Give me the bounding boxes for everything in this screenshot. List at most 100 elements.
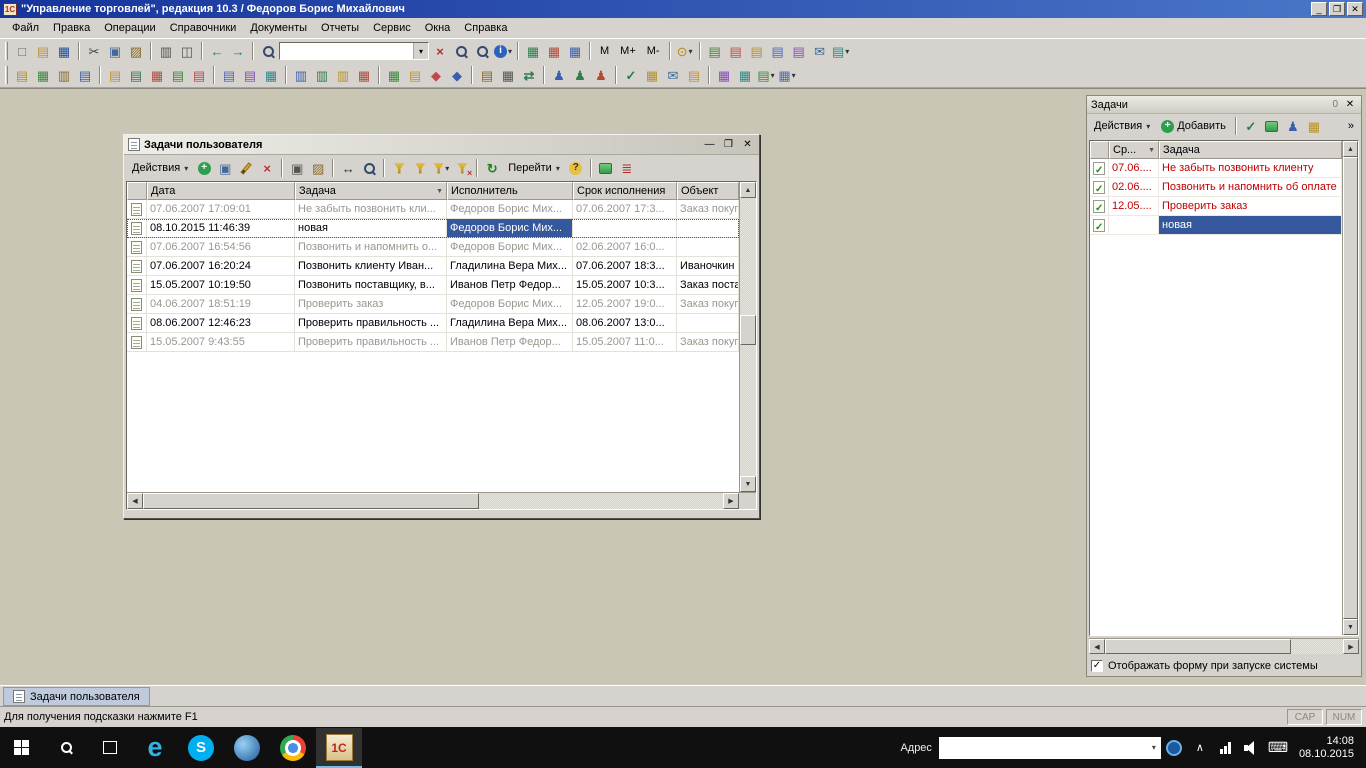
calendar-planner-icon[interactable]: ▦: [642, 65, 662, 85]
find-icon[interactable]: [258, 41, 278, 61]
menu-item[interactable]: Сервис: [366, 19, 418, 37]
calendar-icon[interactable]: ▦: [1304, 116, 1324, 136]
calendar-icon[interactable]: ▦: [544, 41, 564, 61]
equipment-icon[interactable]: ▦: [498, 65, 518, 85]
volume-tray-button[interactable]: [1239, 728, 1265, 768]
cash-expense-icon[interactable]: ▤: [189, 65, 209, 85]
column-header-task[interactable]: Задача▼: [295, 182, 447, 200]
key-icon[interactable]: ⊙▾: [675, 41, 695, 61]
delete-icon[interactable]: ×: [257, 158, 277, 178]
paste-icon[interactable]: ▨: [308, 158, 328, 178]
unpost-document-icon[interactable]: ▤: [726, 41, 746, 61]
taskbar-search-button[interactable]: [44, 727, 88, 768]
warehouses-icon[interactable]: ▥: [54, 65, 74, 85]
post-document-icon[interactable]: ▤: [705, 41, 725, 61]
toolbar-overflow-button[interactable]: »: [1343, 116, 1359, 136]
add-task-button[interactable]: +Добавить: [1156, 116, 1231, 136]
taskbar-app-button[interactable]: [270, 728, 316, 768]
menu-item[interactable]: Справка: [457, 19, 514, 37]
memory-recall-button[interactable]: M: [595, 41, 614, 61]
horizontal-scrollbar[interactable]: ◀ ▶: [127, 492, 756, 509]
user-tasks-titlebar[interactable]: Задачи пользователя — ❐ ✕: [124, 135, 759, 155]
table-icon[interactable]: ▦: [523, 41, 543, 61]
close-button[interactable]: ✕: [1347, 2, 1363, 16]
menu-item[interactable]: Операции: [97, 19, 162, 37]
info-icon[interactable]: i▾: [493, 41, 513, 61]
payment-order-icon[interactable]: ▥: [291, 65, 311, 85]
filter-settings-icon[interactable]: [389, 158, 409, 178]
scrollbar-thumb[interactable]: [143, 493, 479, 509]
startup-checkbox[interactable]: ✓: [1091, 660, 1103, 672]
send-email-icon[interactable]: ✉: [810, 41, 830, 61]
stock-report-icon[interactable]: ▦: [384, 65, 404, 85]
column-header-date[interactable]: Дата: [147, 182, 295, 200]
cash-book-icon[interactable]: ▥: [333, 65, 353, 85]
goto-menu-button[interactable]: Перейти▾: [503, 158, 565, 178]
scroll-right-icon[interactable]: ▶: [1343, 639, 1359, 654]
universal-report-icon[interactable]: ▦: [735, 65, 755, 85]
panel-vertical-scrollbar[interactable]: ▲ ▼: [1342, 141, 1358, 635]
redo-icon[interactable]: →: [228, 41, 248, 61]
scroll-right-icon[interactable]: ▶: [723, 493, 739, 509]
menu-item[interactable]: Файл: [5, 19, 46, 37]
column-header-object[interactable]: Объект: [677, 182, 739, 200]
paste-icon[interactable]: ▨: [126, 41, 146, 61]
external-reports-icon[interactable]: ▤▾: [831, 41, 851, 61]
scrollbar-thumb[interactable]: [1105, 639, 1291, 654]
print-preview-icon[interactable]: ◫: [177, 41, 197, 61]
sales-invoice-icon[interactable]: ▤: [126, 65, 146, 85]
panel-task-row[interactable]: 12.05.... Проверить заказ: [1090, 197, 1342, 216]
task-table-row[interactable]: 15.05.2007 9:43:55 Проверить правильност…: [127, 333, 739, 352]
panel-task-row[interactable]: 07.06.... Не забыть позвонить клиенту: [1090, 159, 1342, 178]
discounts-icon[interactable]: ◆: [426, 65, 446, 85]
scroll-down-icon[interactable]: ▼: [740, 476, 756, 492]
window-tab[interactable]: Задачи пользователя: [3, 687, 150, 706]
document-structure-icon[interactable]: ▤: [768, 41, 788, 61]
panel-close-icon[interactable]: ✕: [1343, 99, 1357, 110]
task-table-row[interactable]: 07.06.2007 16:54:56 Позвонить и напомнит…: [127, 238, 739, 257]
calculator-icon[interactable]: ▦: [565, 41, 585, 61]
price-list-icon[interactable]: ▤: [405, 65, 425, 85]
column-header-executor[interactable]: Исполнитель: [447, 182, 573, 200]
tasks-panel-header[interactable]: Задачи 0 ✕: [1087, 96, 1361, 114]
description-panel-icon[interactable]: [1262, 116, 1282, 136]
scroll-left-icon[interactable]: ◀: [1089, 639, 1105, 654]
description-panel-icon[interactable]: [596, 158, 616, 178]
new-document-icon[interactable]: □: [12, 41, 32, 61]
clear-search-icon[interactable]: ×: [430, 41, 450, 61]
memory-plus-button[interactable]: M+: [615, 41, 641, 61]
address-dropdown-icon[interactable]: ▾: [1147, 743, 1161, 752]
vertical-scrollbar[interactable]: ▲ ▼: [739, 182, 756, 492]
user-settings-icon[interactable]: ♟: [570, 65, 590, 85]
task-table-row[interactable]: 07.06.2007 17:09:01 Не забыть позвонить …: [127, 200, 739, 219]
task-tree-icon[interactable]: ≣: [617, 158, 637, 178]
supplier-order-icon[interactable]: ▤: [219, 65, 239, 85]
copy-icon[interactable]: ▣: [105, 41, 125, 61]
undo-icon[interactable]: ←: [207, 41, 227, 61]
child-maximize-button[interactable]: ❐: [721, 137, 736, 153]
fit-width-icon[interactable]: ↔: [338, 158, 358, 178]
find-next-icon[interactable]: [451, 41, 471, 61]
panel-column-due[interactable]: Ср...▼: [1109, 141, 1159, 159]
scroll-down-icon[interactable]: ▼: [1343, 619, 1358, 635]
cash-receipt-icon[interactable]: ▤: [168, 65, 188, 85]
minimize-button[interactable]: _: [1311, 2, 1327, 16]
child-close-button[interactable]: ✕: [740, 137, 755, 153]
tasks-icon[interactable]: ✓: [621, 65, 641, 85]
additional-processing-icon[interactable]: ▤▾: [756, 65, 776, 85]
task-table-row[interactable]: 04.06.2007 18:51:19 Проверить заказ Федо…: [127, 295, 739, 314]
exchange-icon[interactable]: ⇄: [519, 65, 539, 85]
counterparties-icon[interactable]: ▤: [12, 65, 32, 85]
document-journal-icon[interactable]: ▤: [747, 41, 767, 61]
price-types-icon[interactable]: ▤: [75, 65, 95, 85]
add-icon[interactable]: +: [194, 158, 214, 178]
column-header-icon[interactable]: [127, 182, 147, 200]
user-icon[interactable]: ♟: [1283, 116, 1303, 136]
task-table-row[interactable]: 07.06.2007 16:20:24 Позвонить клиенту Ив…: [127, 257, 739, 276]
mail-icon[interactable]: ✉: [663, 65, 683, 85]
show-hidden-icons-button[interactable]: ∧: [1187, 728, 1213, 768]
keyboard-tray-button[interactable]: ⌨: [1265, 728, 1291, 768]
help-icon[interactable]: ?: [566, 158, 586, 178]
address-input[interactable]: ▾: [939, 737, 1161, 759]
menu-item[interactable]: Отчеты: [314, 19, 366, 37]
